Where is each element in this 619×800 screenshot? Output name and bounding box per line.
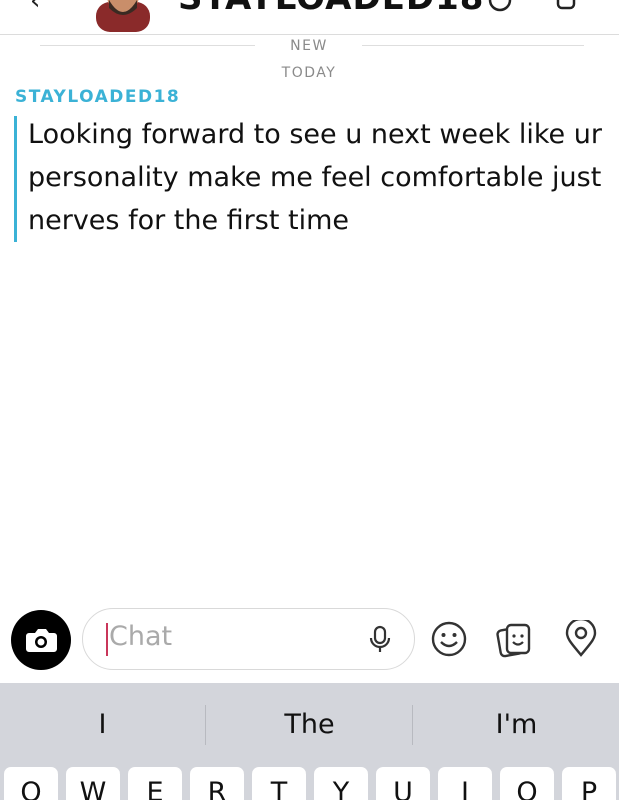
- key-y[interactable]: Y: [314, 767, 368, 800]
- suggestion-1[interactable]: I: [0, 705, 205, 745]
- camera-icon: [26, 629, 57, 652]
- key-t[interactable]: T: [252, 767, 306, 800]
- chat-placeholder: Chat: [109, 621, 173, 652]
- phone-icon[interactable]: [488, 0, 512, 12]
- key-u[interactable]: U: [376, 767, 430, 800]
- chevron-left-icon[interactable]: ‹: [30, 0, 40, 16]
- sticker-icon[interactable]: [495, 620, 533, 658]
- camera-button[interactable]: [11, 610, 71, 670]
- message-sender: STAYLOADED18: [15, 87, 181, 107]
- key-q[interactable]: Q: [4, 767, 58, 800]
- video-camera-icon[interactable]: [556, 0, 580, 12]
- key-o[interactable]: O: [500, 767, 554, 800]
- conversation-title[interactable]: STAYLOADED18: [178, 0, 484, 18]
- text-caret: [106, 623, 108, 656]
- emoji-icon[interactable]: [430, 620, 468, 658]
- key-i[interactable]: I: [438, 767, 492, 800]
- chat-header: ‹ STAYLOADED18: [0, 0, 619, 34]
- message-text[interactable]: Looking forward to see u next week like …: [28, 113, 613, 242]
- suggestion-3[interactable]: I'm: [414, 705, 619, 745]
- suggestion-2[interactable]: The: [207, 705, 412, 745]
- message-accent-bar: [14, 116, 17, 242]
- key-e[interactable]: E: [128, 767, 182, 800]
- new-messages-label: NEW: [290, 38, 328, 54]
- avatar[interactable]: [88, 0, 158, 32]
- new-divider-right: [362, 45, 584, 46]
- key-r[interactable]: R: [190, 767, 244, 800]
- header-divider: [0, 34, 619, 35]
- location-pin-icon[interactable]: [562, 617, 600, 658]
- chat-input[interactable]: Chat: [82, 608, 415, 670]
- key-w[interactable]: W: [66, 767, 120, 800]
- key-p[interactable]: P: [562, 767, 616, 800]
- microphone-icon[interactable]: [365, 624, 395, 654]
- new-divider-left: [40, 45, 255, 46]
- date-label: TODAY: [281, 65, 337, 81]
- keyboard: I The I'm Q W E R T Y U I O P: [0, 683, 619, 800]
- suggestion-divider: [412, 705, 413, 745]
- suggestion-divider: [205, 705, 206, 745]
